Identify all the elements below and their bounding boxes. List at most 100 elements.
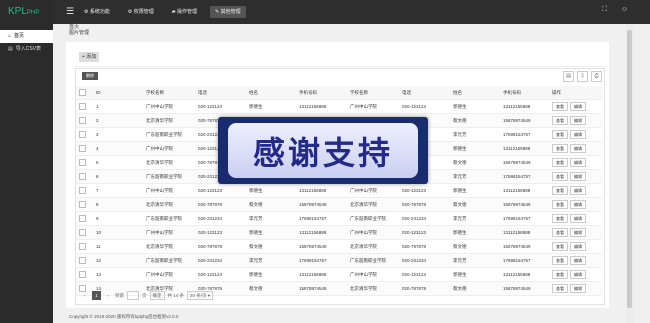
tab-permission[interactable]: ⚙ 权限管理 <box>123 6 159 18</box>
row-actions: 查看 编辑 <box>549 113 602 128</box>
sidebar: KPLPHP ⌂ 首页 ▤ 导入CSV表 <box>0 0 53 323</box>
row-checkbox[interactable] <box>76 127 93 142</box>
view-button[interactable]: 查看 <box>552 116 568 125</box>
table-row[interactable]: 10 广州中山学院 020-123123 郭德生 13112156888 广州中山学院 02… <box>76 225 602 240</box>
menu-toggle-icon[interactable]: ☰ <box>66 7 74 16</box>
sidebar-item-import-csv[interactable]: ▤ 导入CSV表 <box>0 43 53 56</box>
row-checkbox[interactable] <box>76 183 93 198</box>
edit-button[interactable]: 编辑 <box>570 116 586 125</box>
goto-confirm-button[interactable]: 确定 <box>149 291 165 300</box>
edit-button[interactable]: 编辑 <box>570 214 586 223</box>
edit-button[interactable]: 编辑 <box>570 158 586 167</box>
print-icon[interactable]: ⎙ <box>591 71 602 82</box>
table-row[interactable]: 12 广东韶南职业学院 020-231234 李元芳 17698154757 广东韶南职业… <box>76 253 602 268</box>
table-cell-name2: 李元芳 <box>450 127 500 142</box>
page-number-current[interactable]: 1 <box>92 291 101 300</box>
row-checkbox[interactable] <box>76 267 93 282</box>
view-button[interactable]: 查看 <box>552 228 568 237</box>
row-checkbox[interactable] <box>76 211 93 226</box>
view-button[interactable]: 查看 <box>552 130 568 139</box>
row-checkbox[interactable] <box>76 155 93 170</box>
column-header[interactable]: 学校名称 <box>347 86 399 100</box>
table-cell-school: 广东韶南职业学院 <box>143 127 195 142</box>
edit-button[interactable]: 编辑 <box>570 256 586 265</box>
logo[interactable]: KPLPHP <box>0 0 53 24</box>
edit-button[interactable]: 编辑 <box>570 144 586 153</box>
fullscreen-icon[interactable]: ⛶ <box>602 6 607 14</box>
table-cell-name: 郭德生 <box>246 225 296 240</box>
row-checkbox[interactable] <box>76 197 93 212</box>
edit-button[interactable]: 编辑 <box>570 228 586 237</box>
column-header[interactable]: 电话 <box>195 86 246 100</box>
table-row[interactable]: 8 北京清华学院 020-787878 蔡文德 15878974549 北京清华学院 020… <box>76 197 602 212</box>
export-icon[interactable]: ⇩ <box>577 71 588 82</box>
view-button[interactable]: 查看 <box>552 200 568 209</box>
edit-button[interactable]: 编辑 <box>570 130 586 139</box>
row-actions: 查看 编辑 <box>549 281 602 296</box>
table-tools: ▤ ⇩ ⎙ <box>563 71 602 82</box>
row-checkbox[interactable] <box>76 99 93 114</box>
column-header[interactable]: 电话 <box>399 86 450 100</box>
edit-button[interactable]: 编辑 <box>570 102 586 111</box>
row-checkbox[interactable] <box>76 225 93 240</box>
column-header[interactable]: 手机号码 <box>296 86 347 100</box>
edit-button[interactable]: 编辑 <box>570 270 586 279</box>
table-cell-school: 广州中山学院 <box>143 99 195 114</box>
view-button[interactable]: 查看 <box>552 242 568 251</box>
sidebar-item-home[interactable]: ⌂ 首页 <box>0 30 53 43</box>
table-row[interactable]: 9 广东韶南职业学院 020-231234 李元芳 17698154757 广东韶南职业学… <box>76 211 602 226</box>
table-cell-id: 13 <box>93 267 143 282</box>
row-checkbox[interactable] <box>76 169 93 184</box>
edit-button[interactable]: 编辑 <box>570 186 586 195</box>
column-header[interactable]: 姓名 <box>246 86 296 100</box>
view-button[interactable]: 查看 <box>552 186 568 195</box>
column-header[interactable]: 手机号码 <box>500 86 549 100</box>
view-button[interactable]: 查看 <box>552 270 568 279</box>
column-header[interactable]: 学校名称 <box>143 86 195 100</box>
next-page-icon[interactable]: › <box>104 293 112 298</box>
edit-button[interactable]: 编辑 <box>570 200 586 209</box>
table-cell-phone: 020-123123 <box>195 267 246 282</box>
add-button[interactable]: + 添加 <box>79 52 99 62</box>
view-button[interactable]: 查看 <box>552 256 568 265</box>
prev-page-icon[interactable]: ‹ <box>81 293 89 298</box>
view-button[interactable]: 查看 <box>552 102 568 111</box>
user-icon[interactable]: ☺ <box>621 6 628 14</box>
table-cell-mobile: 17698154757 <box>296 253 347 268</box>
table-row[interactable]: 11 北京清华学院 020-787878 蔡文德 15878974549 北京清华学院 02… <box>76 239 602 254</box>
scrollbar-thumb[interactable] <box>627 30 632 308</box>
view-button[interactable]: 查看 <box>552 214 568 223</box>
tab-other[interactable]: ✎ 其他管理 <box>210 6 246 18</box>
view-button[interactable]: 查看 <box>552 158 568 167</box>
tab-operation[interactable]: ▰ 操作管理 <box>167 6 202 18</box>
edit-button[interactable]: 编辑 <box>570 242 586 251</box>
table-cell-id: 8 <box>93 197 143 212</box>
table-cell-phone: 020-123123 <box>195 183 246 198</box>
table-cell-id: 6 <box>93 169 143 184</box>
tab-system[interactable]: ⚙ 系统功能 <box>79 6 115 18</box>
row-checkbox[interactable] <box>76 239 93 254</box>
table-row[interactable]: 7 广州中山学院 020-123123 郭德生 13112156888 广州中山学院 020… <box>76 183 602 198</box>
view-button[interactable]: 查看 <box>552 144 568 153</box>
filter-columns-icon[interactable]: ▤ <box>563 71 574 82</box>
edit-button[interactable]: 编辑 <box>570 172 586 181</box>
table-cell-name: 李元芳 <box>246 211 296 226</box>
select-all-checkbox[interactable] <box>76 86 93 100</box>
delete-button[interactable]: 删除 <box>82 72 98 80</box>
table-cell-mobile: 15878974549 <box>296 239 347 254</box>
goto-page-input[interactable] <box>127 291 139 300</box>
edit-button[interactable]: 编辑 <box>570 284 586 293</box>
table-cell-name2: 郭德生 <box>450 267 500 282</box>
view-button[interactable]: 查看 <box>552 284 568 293</box>
column-header[interactable]: ID <box>93 86 143 100</box>
column-header[interactable]: 姓名 <box>450 86 500 100</box>
page-size-select[interactable]: 20 条/页 ▾ <box>187 291 214 300</box>
row-checkbox[interactable] <box>76 141 93 156</box>
row-checkbox[interactable] <box>76 113 93 128</box>
table-row[interactable]: 1 广州中山学院 020-123123 郭德生 13112156888 广州中山学院 020… <box>76 99 602 114</box>
table-row[interactable]: 13 广州中山学院 020-123123 郭德生 13112156888 广州中山学院 02… <box>76 267 602 282</box>
table-cell-phone2: 020-123123 <box>399 99 450 114</box>
view-button[interactable]: 查看 <box>552 172 568 181</box>
row-checkbox[interactable] <box>76 253 93 268</box>
table-cell-phone2: 020-231234 <box>399 211 450 226</box>
